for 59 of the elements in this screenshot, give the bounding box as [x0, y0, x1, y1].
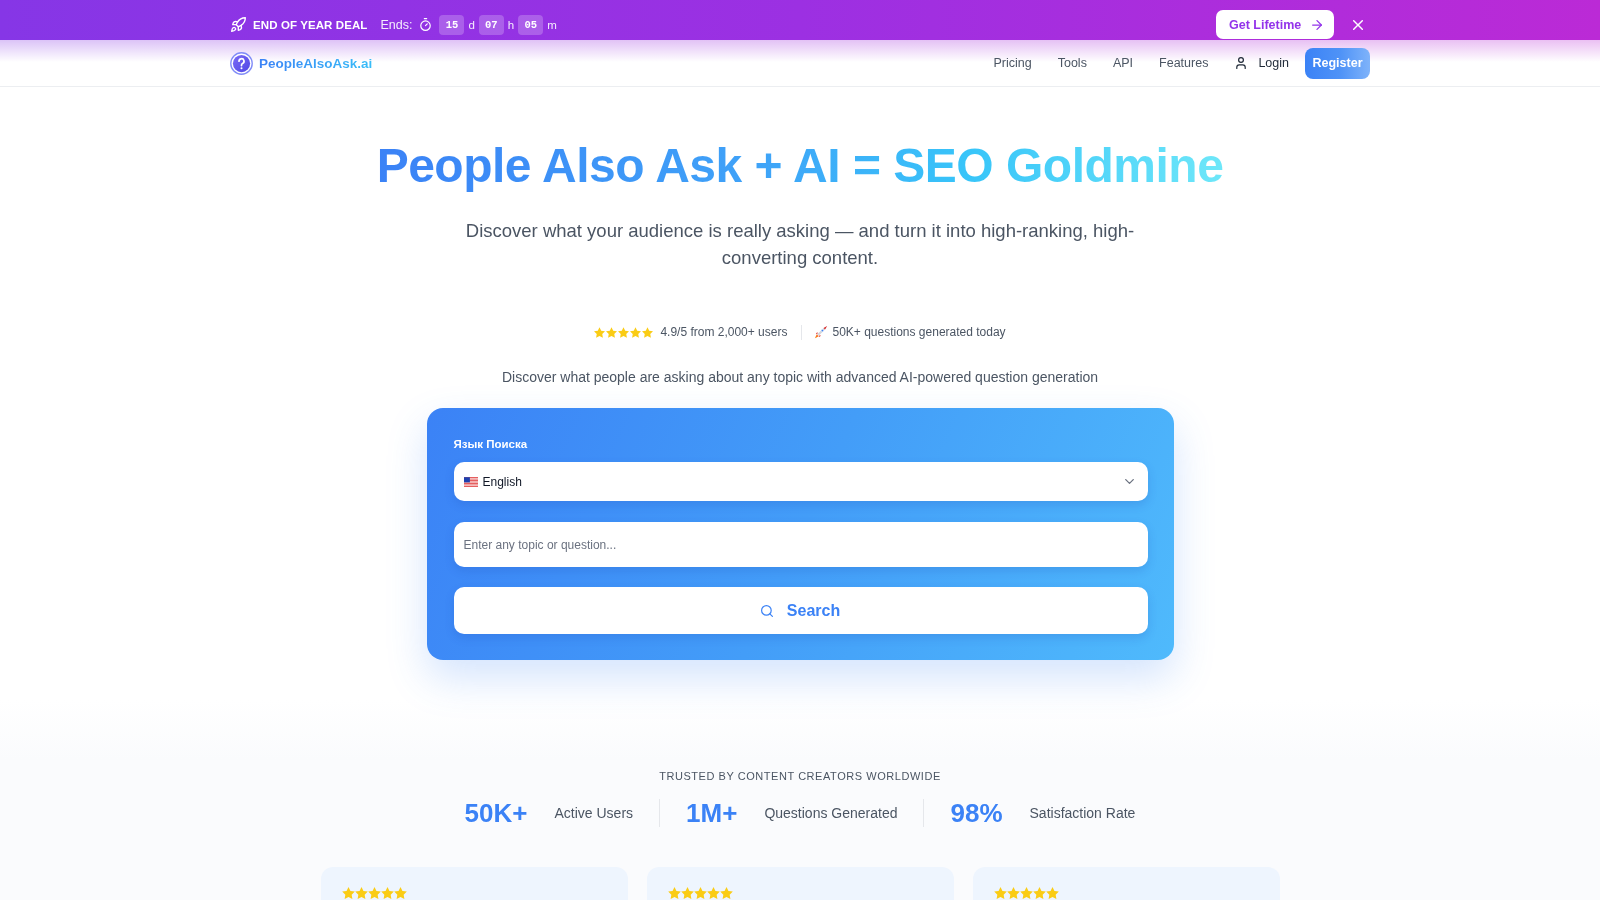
star-icon: [719, 887, 733, 899]
promo-title: END OF YEAR DEAL: [253, 18, 368, 31]
login-link[interactable]: Login: [1236, 56, 1289, 70]
star-icon: [618, 326, 630, 338]
hero-subtitle: Discover what your audience is really asking — and turn it into high-ranking, high-converting content.: [464, 219, 1136, 270]
get-lifetime-button[interactable]: Get Lifetime: [1216, 10, 1334, 39]
star-icon: [341, 887, 355, 899]
search-icon: [760, 604, 773, 617]
activity-text: 50K+ questions generated today: [832, 325, 1006, 339]
stat-value: 98%: [950, 797, 1003, 829]
star-icon: [367, 887, 381, 899]
nav-link[interactable]: Features: [1159, 56, 1209, 70]
search-button[interactable]: Search: [453, 587, 1148, 634]
flag-icon: [463, 476, 478, 487]
star-icon: [606, 326, 618, 338]
stat-value: 50K+: [464, 797, 528, 829]
countdown-value: 07: [478, 14, 504, 35]
hero-description: Discover what people are asking about any topic with advanced AI-powered question generation: [501, 368, 1099, 387]
star-icon: [706, 887, 720, 899]
star-icon: [693, 887, 707, 899]
stat-label: Questions Generated: [764, 805, 898, 821]
star-icon: [1006, 887, 1020, 899]
star-icon: [1019, 887, 1033, 899]
language-select[interactable]: English: [453, 462, 1148, 501]
ends-label: Ends:: [380, 17, 413, 32]
star-icon: [993, 887, 1007, 899]
close-icon[interactable]: [1353, 19, 1363, 30]
star-icon: [594, 326, 606, 338]
countdown-unit: m: [547, 18, 557, 31]
star-icon: [380, 887, 394, 899]
search-input[interactable]: Enter any topic or question...: [453, 522, 1148, 567]
countdown-value: 15: [439, 14, 465, 35]
arrow-right-icon: [1312, 19, 1323, 30]
chevron-down-icon: [1124, 479, 1134, 484]
nav-link[interactable]: Pricing: [993, 56, 1032, 70]
stat-label: Active Users: [554, 805, 634, 821]
timer-icon: [420, 18, 432, 31]
countdown-unit: h: [507, 18, 515, 31]
countdown-value: 05: [518, 14, 544, 35]
star-icon: [354, 887, 368, 899]
nav-link[interactable]: API: [1112, 56, 1134, 70]
section-heading: TRUSTED BY CONTENT CREATORS WORLDWIDE: [659, 769, 941, 784]
stat-label: Satisfaction Rate: [1029, 805, 1136, 821]
star-icon: [667, 887, 681, 899]
user-icon: [1236, 57, 1247, 69]
question-icon: [230, 51, 253, 75]
nav-link[interactable]: Tools: [1057, 56, 1087, 70]
star-icon: [642, 326, 654, 338]
star-icon: [393, 887, 407, 899]
rocket-icon: [814, 325, 829, 339]
star-icon: [1045, 887, 1059, 899]
star-icon: [630, 326, 642, 338]
field-label: Язык Поиска: [453, 437, 529, 452]
countdown-unit: d: [468, 18, 475, 31]
star-icon: [680, 887, 694, 899]
stat-value: 1M+: [686, 797, 738, 829]
rating-text: 4.9/5 from 2,000+ users: [660, 325, 788, 339]
rocket-icon: [231, 17, 246, 32]
star-icon: [1032, 887, 1046, 899]
